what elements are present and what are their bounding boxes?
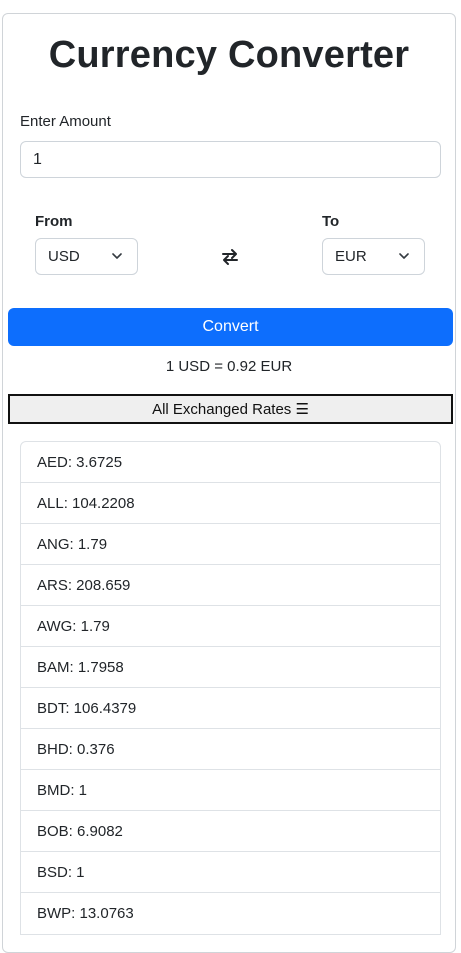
rate-list-item: BAM: 1.7958 [21, 647, 440, 688]
amount-label: Enter Amount [20, 113, 111, 130]
to-currency-value: EUR [335, 248, 367, 265]
rate-list-item: BMD: 1 [21, 770, 440, 811]
convert-button[interactable]: Convert [8, 308, 453, 346]
from-currency-value: USD [48, 248, 80, 265]
to-label: To [322, 213, 340, 230]
from-currency-select[interactable]: USD [35, 238, 138, 275]
conversion-result: 1 USD = 0.92 EUR [165, 358, 293, 375]
from-label: From [35, 213, 73, 230]
chevron-down-icon [112, 253, 122, 259]
rates-list: AED: 3.6725 ALL: 104.2208 ANG: 1.79 ARS:… [20, 441, 441, 935]
rate-list-item: BOB: 6.9082 [21, 811, 440, 852]
to-currency-select[interactable]: EUR [322, 238, 425, 275]
swap-icon[interactable] [220, 247, 240, 267]
rate-list-item: ALL: 104.2208 [21, 483, 440, 524]
all-exchange-rates-button[interactable]: All Exchanged Rates ☰ [8, 394, 453, 424]
amount-input[interactable] [20, 141, 441, 178]
converter-card: Currency Converter Enter Amount From USD… [2, 13, 456, 953]
rate-list-item: ANG: 1.79 [21, 524, 440, 565]
rate-list-item: BWP: 13.0763 [37, 905, 134, 922]
rate-list-item: BDT: 106.4379 [21, 688, 440, 729]
chevron-down-icon [399, 253, 409, 259]
rate-list-item: BHD: 0.376 [21, 729, 440, 770]
rate-list-item: AWG: 1.79 [21, 606, 440, 647]
rate-list-item: BSD: 1 [21, 852, 440, 893]
page-title: Currency Converter [48, 34, 410, 76]
rate-list-item: ARS: 208.659 [21, 565, 440, 606]
rate-list-item: AED: 3.6725 [21, 442, 440, 483]
